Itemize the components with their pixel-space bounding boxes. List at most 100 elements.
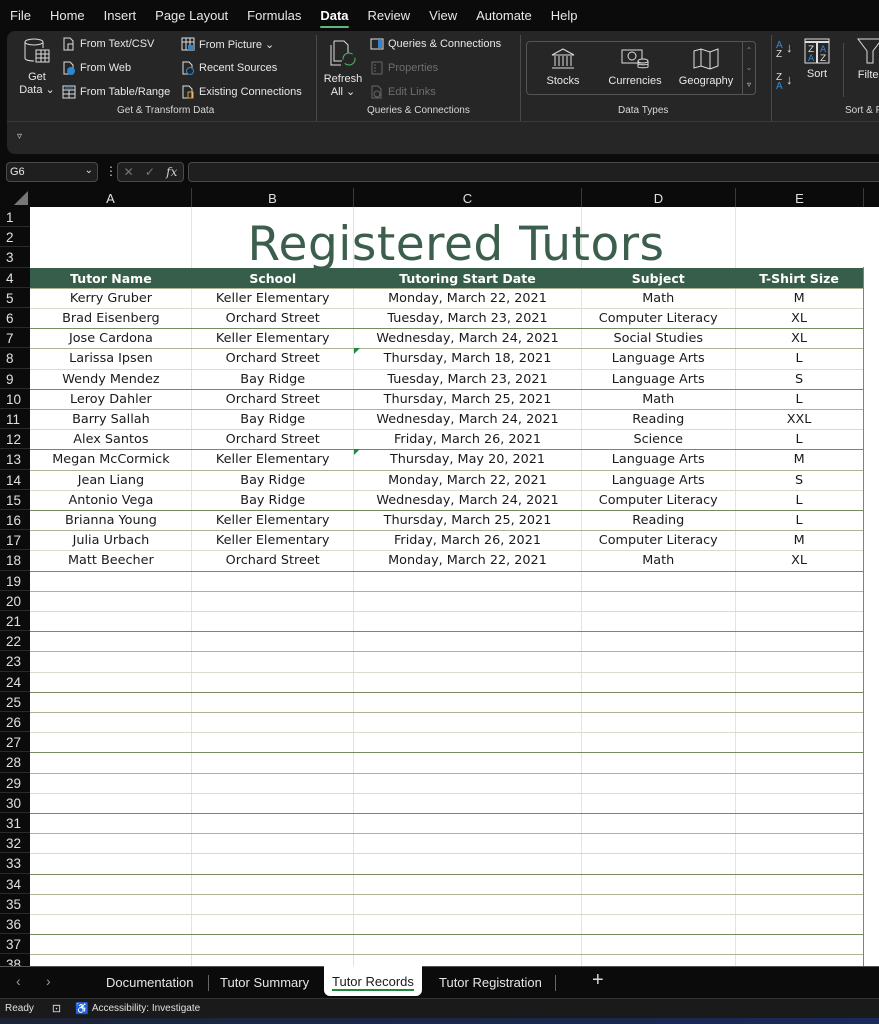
chevron-down-icon[interactable]: ⌄ (85, 165, 93, 176)
column-header-a[interactable]: A (30, 188, 192, 207)
recent-sources-button[interactable]: Recent Sources (181, 61, 277, 75)
insert-function-icon[interactable]: fx (166, 165, 177, 179)
row-header[interactable]: 4 (0, 268, 30, 288)
menu-data[interactable]: Data (318, 0, 350, 32)
table-cell[interactable]: Wendy Mendez (30, 369, 192, 389)
more-options-icon[interactable]: ⋮ (105, 164, 117, 178)
table-cell[interactable]: Keller Elementary (192, 328, 354, 348)
table-cell[interactable]: Kerry Gruber (30, 288, 192, 308)
row-header[interactable]: 10 (0, 389, 30, 409)
column-header-c[interactable]: C (354, 188, 582, 207)
menu-formulas[interactable]: Formulas (245, 0, 303, 32)
table-cell[interactable]: Orchard Street (192, 550, 354, 570)
table-cell[interactable]: Thursday, March 25, 2021 (354, 510, 582, 530)
table-cell[interactable]: L (735, 510, 863, 530)
table-cell[interactable]: Bay Ridge (192, 490, 354, 510)
table-cell[interactable]: Alex Santos (30, 429, 192, 449)
table-cell[interactable]: Math (581, 389, 735, 409)
add-sheet-icon[interactable]: + (592, 969, 604, 992)
table-cell[interactable]: Keller Elementary (192, 449, 354, 469)
row-header[interactable]: 34 (0, 874, 30, 894)
row-header[interactable]: 11 (0, 409, 30, 430)
error-indicator-icon[interactable] (353, 348, 360, 355)
row-header[interactable]: 20 (0, 591, 30, 611)
row-header[interactable]: 12 (0, 429, 30, 450)
table-cell[interactable]: Jean Liang (30, 470, 192, 490)
table-cell[interactable]: Friday, March 26, 2021 (354, 530, 582, 550)
row-header[interactable]: 9 (0, 369, 30, 389)
scroll-up-icon[interactable]: ⌃ (743, 42, 755, 59)
table-cell[interactable]: Larissa Ipsen (30, 348, 192, 368)
table-cell[interactable]: Jose Cardona (30, 328, 192, 348)
row-header[interactable]: 28 (0, 752, 30, 773)
table-cell[interactable]: Bay Ridge (192, 369, 354, 389)
table-cell[interactable]: L (735, 429, 863, 449)
menu-view[interactable]: View (427, 0, 459, 32)
row-header[interactable]: 38 (0, 954, 30, 966)
row-header[interactable]: 35 (0, 894, 30, 914)
formula-input[interactable] (188, 162, 879, 182)
menu-help[interactable]: Help (549, 0, 580, 32)
macro-record-icon[interactable]: ⊡ (52, 1002, 61, 1015)
geography-button[interactable]: Geography (674, 47, 738, 88)
column-heading[interactable]: Subject (581, 268, 735, 288)
table-cell[interactable]: Computer Literacy (581, 308, 735, 328)
table-cell[interactable]: Thursday, March 18, 2021 (353, 348, 582, 368)
table-cell[interactable]: Tuesday, March 23, 2021 (354, 308, 582, 328)
row-header[interactable]: 33 (0, 853, 30, 874)
table-cell[interactable]: Brad Eisenberg (30, 308, 192, 328)
row-header[interactable]: 31 (0, 813, 30, 834)
sort-button[interactable]: ZAAZ Sort (800, 38, 834, 81)
edit-links-button[interactable]: Edit Links (370, 85, 436, 99)
cancel-icon[interactable]: ✕ (124, 165, 134, 179)
name-box[interactable]: G6 ⌄ (6, 162, 98, 182)
ribbon-display-options-icon[interactable]: ▿ (17, 131, 22, 142)
row-header[interactable]: 14 (0, 470, 30, 490)
properties-button[interactable]: Properties (370, 61, 438, 75)
table-cell[interactable]: M (735, 288, 863, 308)
table-cell[interactable]: Reading (581, 510, 735, 530)
sheet-tab-tutor-records[interactable]: Tutor Records (324, 966, 422, 996)
row-header[interactable]: 17 (0, 530, 30, 551)
row-header[interactable]: 21 (0, 611, 30, 632)
from-table-range-button[interactable]: From Table/Range (62, 85, 170, 99)
column-heading[interactable]: Tutoring Start Date (354, 268, 582, 288)
row-header[interactable]: 29 (0, 773, 30, 793)
currencies-button[interactable]: Currencies (604, 47, 666, 88)
row-header[interactable]: 3 (0, 247, 30, 268)
row-header[interactable]: 13 (0, 449, 30, 470)
row-header[interactable]: 16 (0, 510, 30, 531)
row-header[interactable]: 18 (0, 550, 30, 571)
sort-z-a-button[interactable]: Z A ↓ (776, 73, 793, 92)
table-cell[interactable]: Brianna Young (30, 510, 192, 530)
menu-page-layout[interactable]: Page Layout (153, 0, 230, 32)
table-cell[interactable]: Social Studies (581, 328, 735, 348)
row-header[interactable]: 26 (0, 712, 30, 733)
table-cell[interactable]: Keller Elementary (192, 288, 354, 308)
table-cell[interactable]: XXL (735, 409, 863, 429)
from-web-button[interactable]: From Web (62, 61, 131, 75)
column-header-e[interactable]: E (736, 188, 864, 207)
table-cell[interactable]: Megan McCormick (30, 449, 192, 469)
menu-file[interactable]: File (8, 0, 33, 32)
row-header[interactable]: 32 (0, 833, 30, 854)
table-cell[interactable]: M (735, 530, 863, 550)
row-header[interactable]: 27 (0, 732, 30, 753)
menu-automate[interactable]: Automate (474, 0, 534, 32)
filter-button[interactable]: Filter (850, 37, 879, 82)
table-cell[interactable]: Bay Ridge (192, 409, 354, 429)
table-cell[interactable]: Orchard Street (192, 389, 354, 409)
table-cell[interactable]: Language Arts (581, 369, 735, 389)
table-cell[interactable]: Math (581, 550, 735, 570)
sheet-tab-tutor-registration[interactable]: Tutor Registration (431, 967, 550, 998)
menu-insert[interactable]: Insert (102, 0, 139, 32)
table-cell[interactable]: Computer Literacy (581, 490, 735, 510)
select-all-button[interactable] (0, 188, 30, 207)
table-cell[interactable]: XL (735, 328, 863, 348)
table-cell[interactable]: Bay Ridge (192, 470, 354, 490)
row-header[interactable]: 5 (0, 288, 30, 308)
table-cell[interactable]: Antonio Vega (30, 490, 192, 510)
stocks-button[interactable]: Stocks (534, 47, 592, 88)
menu-home[interactable]: Home (48, 0, 87, 32)
table-cell[interactable]: Barry Sallah (30, 409, 192, 429)
